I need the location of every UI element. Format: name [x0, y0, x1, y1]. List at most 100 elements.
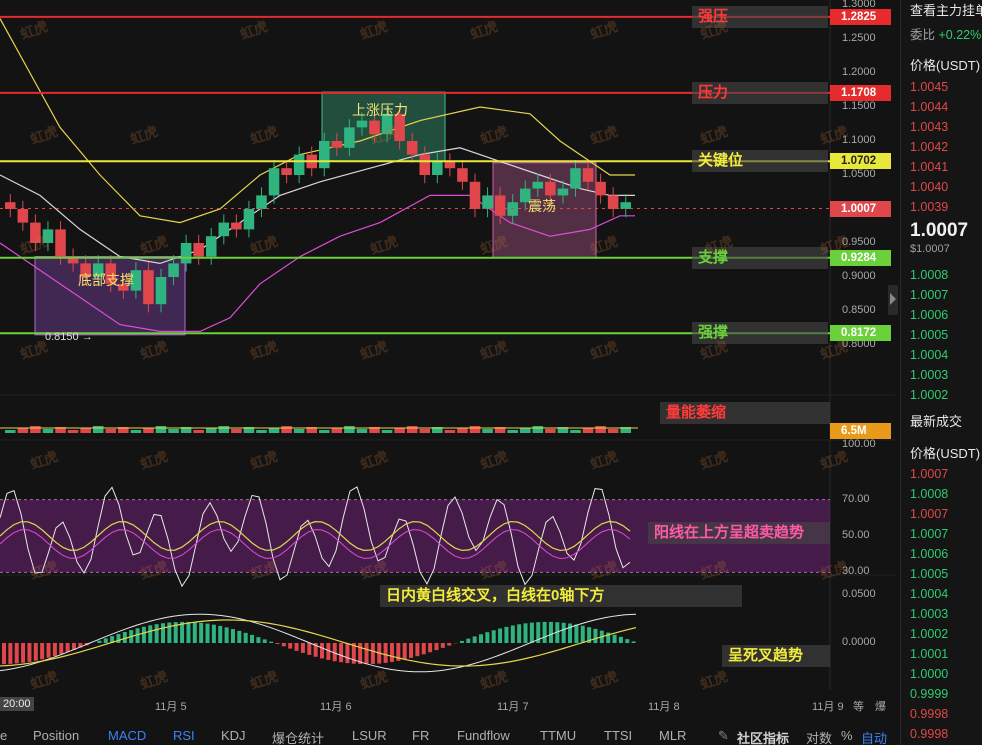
- volume-bar: [331, 428, 343, 433]
- ask-price[interactable]: 1.0044: [910, 100, 948, 114]
- bid-price[interactable]: 1.0003: [910, 368, 948, 382]
- log-scale-toggle[interactable]: 对数: [806, 728, 832, 745]
- bid-price[interactable]: 1.0006: [910, 308, 948, 322]
- edit-icon[interactable]: ✎: [718, 728, 729, 744]
- collapse-panel-handle[interactable]: [888, 285, 898, 315]
- rsi-tick-label: 30.00: [842, 565, 870, 578]
- volume-bar: [545, 429, 556, 433]
- order-book-header[interactable]: 查看主力挂单: [910, 0, 982, 19]
- indicator-tab-爆仓统计[interactable]: 爆仓统计: [272, 728, 324, 745]
- macd-histogram-bar: [154, 624, 159, 643]
- trade-price: 0.9998: [910, 727, 949, 741]
- macd-histogram-bar: [65, 643, 70, 652]
- volume-bar: [344, 426, 355, 433]
- macd-histogram-bar: [370, 643, 375, 664]
- bid-price[interactable]: 1.0007: [910, 288, 948, 302]
- candle-body: [582, 168, 594, 182]
- macd-histogram-bar: [103, 638, 108, 643]
- volume-bar: [293, 429, 305, 433]
- ask-price[interactable]: 1.0045: [910, 80, 948, 94]
- candle-body: [532, 181, 544, 189]
- bid-price[interactable]: 1.0004: [910, 348, 948, 362]
- indicator-tab-macd[interactable]: MACD: [108, 728, 146, 743]
- macd-histogram-bar: [561, 622, 566, 643]
- level-label: 强压: [692, 5, 828, 28]
- macd-histogram-bar: [218, 625, 223, 643]
- bid-price[interactable]: 1.0002: [910, 388, 948, 402]
- volume-bar: [482, 429, 493, 433]
- macd-histogram-bar: [250, 634, 255, 643]
- macd-histogram-bar: [281, 643, 286, 647]
- volume-value-tag: 6.5M: [830, 423, 891, 439]
- indicator-tab-position[interactable]: Position: [33, 728, 79, 743]
- indicator-tab-fundflow[interactable]: Fundflow: [457, 728, 510, 743]
- indicator-tab-e[interactable]: e: [0, 728, 7, 743]
- indicator-tab-mlr[interactable]: MLR: [659, 728, 686, 743]
- candle-body: [331, 141, 343, 148]
- macd-histogram-bar: [294, 643, 299, 651]
- indicator-tab-rsi[interactable]: RSI: [173, 728, 195, 743]
- candle-body: [570, 168, 581, 189]
- price-tick-label: 0.9000: [842, 270, 876, 282]
- macd-histogram-bar: [447, 643, 452, 646]
- community-indicators-button[interactable]: 社区指标: [737, 728, 789, 745]
- macd-histogram-bar: [27, 643, 32, 662]
- price-chart[interactable]: [0, 0, 895, 725]
- volume-bar: [469, 426, 481, 433]
- candle-body: [243, 209, 255, 230]
- bid-price[interactable]: 1.0008: [910, 268, 948, 282]
- macd-histogram-bar: [141, 626, 146, 643]
- volume-bar: [507, 430, 518, 433]
- ask-price[interactable]: 1.0043: [910, 120, 948, 134]
- candle-body: [494, 195, 506, 216]
- candle-body: [419, 154, 431, 175]
- macd-annotation-top: 日内黄白线交叉，白线在0轴下方: [380, 585, 742, 607]
- macd-histogram-bar: [428, 643, 433, 653]
- macd-histogram-bar: [46, 643, 51, 658]
- volume-bar: [319, 430, 330, 433]
- volume-bar: [457, 428, 468, 433]
- candle-body: [406, 141, 418, 155]
- macd-histogram-bar: [199, 622, 204, 643]
- candle-body: [218, 222, 230, 237]
- candle-body: [281, 168, 292, 175]
- indicator-tab-kdj[interactable]: KDJ: [221, 728, 246, 743]
- commission-value: +0.22%: [938, 28, 982, 42]
- price-header: 价格(USDT): [910, 58, 981, 73]
- volume-bar: [130, 430, 142, 433]
- x-axis-label: 11月 7: [497, 701, 529, 713]
- bid-price[interactable]: 1.0005: [910, 328, 948, 342]
- macd-histogram-bar: [421, 643, 426, 655]
- candle-body: [319, 141, 330, 169]
- indicator-tab-ttsi[interactable]: TTSI: [604, 728, 632, 743]
- chart-area[interactable]: 1.30001.25001.20001.15001.10001.05001.00…: [0, 0, 895, 725]
- macd-histogram-bar: [211, 624, 216, 643]
- indicator-tab-ttmu[interactable]: TTMU: [540, 728, 576, 743]
- ask-price[interactable]: 1.0041: [910, 160, 948, 174]
- percent-toggle[interactable]: %: [841, 728, 853, 743]
- macd-histogram-bar: [2, 643, 6, 665]
- macd-histogram-bar: [256, 637, 261, 643]
- x-axis-equal-label: 等: [853, 701, 864, 713]
- candle-body: [482, 195, 493, 209]
- ask-price[interactable]: 1.0040: [910, 180, 948, 194]
- macd-histogram-bar: [523, 623, 528, 643]
- price-tick-label: 1.0500: [842, 168, 876, 180]
- macd-histogram-bar: [59, 643, 64, 655]
- volume-bar: [231, 429, 242, 433]
- indicator-tab-fr[interactable]: FR: [412, 728, 429, 743]
- level-label: 关键位: [692, 150, 828, 173]
- macd-histogram-bar: [517, 624, 522, 643]
- ask-price[interactable]: 1.0039: [910, 200, 948, 214]
- trades-price-header: 价格(USDT): [910, 446, 981, 461]
- ask-price[interactable]: 1.0042: [910, 140, 948, 154]
- trade-price: 1.0007: [910, 507, 949, 521]
- macd-histogram-bar: [161, 623, 165, 643]
- indicator-tab-lsur[interactable]: LSUR: [352, 728, 387, 743]
- macd-histogram-bar: [243, 632, 248, 643]
- trade-price: 0.9999: [910, 687, 949, 701]
- candle-body: [30, 222, 41, 243]
- macd-annotation-bottom: 呈死叉趋势: [722, 645, 830, 667]
- auto-scale-toggle[interactable]: 自动: [861, 728, 887, 745]
- candle-body: [620, 202, 631, 209]
